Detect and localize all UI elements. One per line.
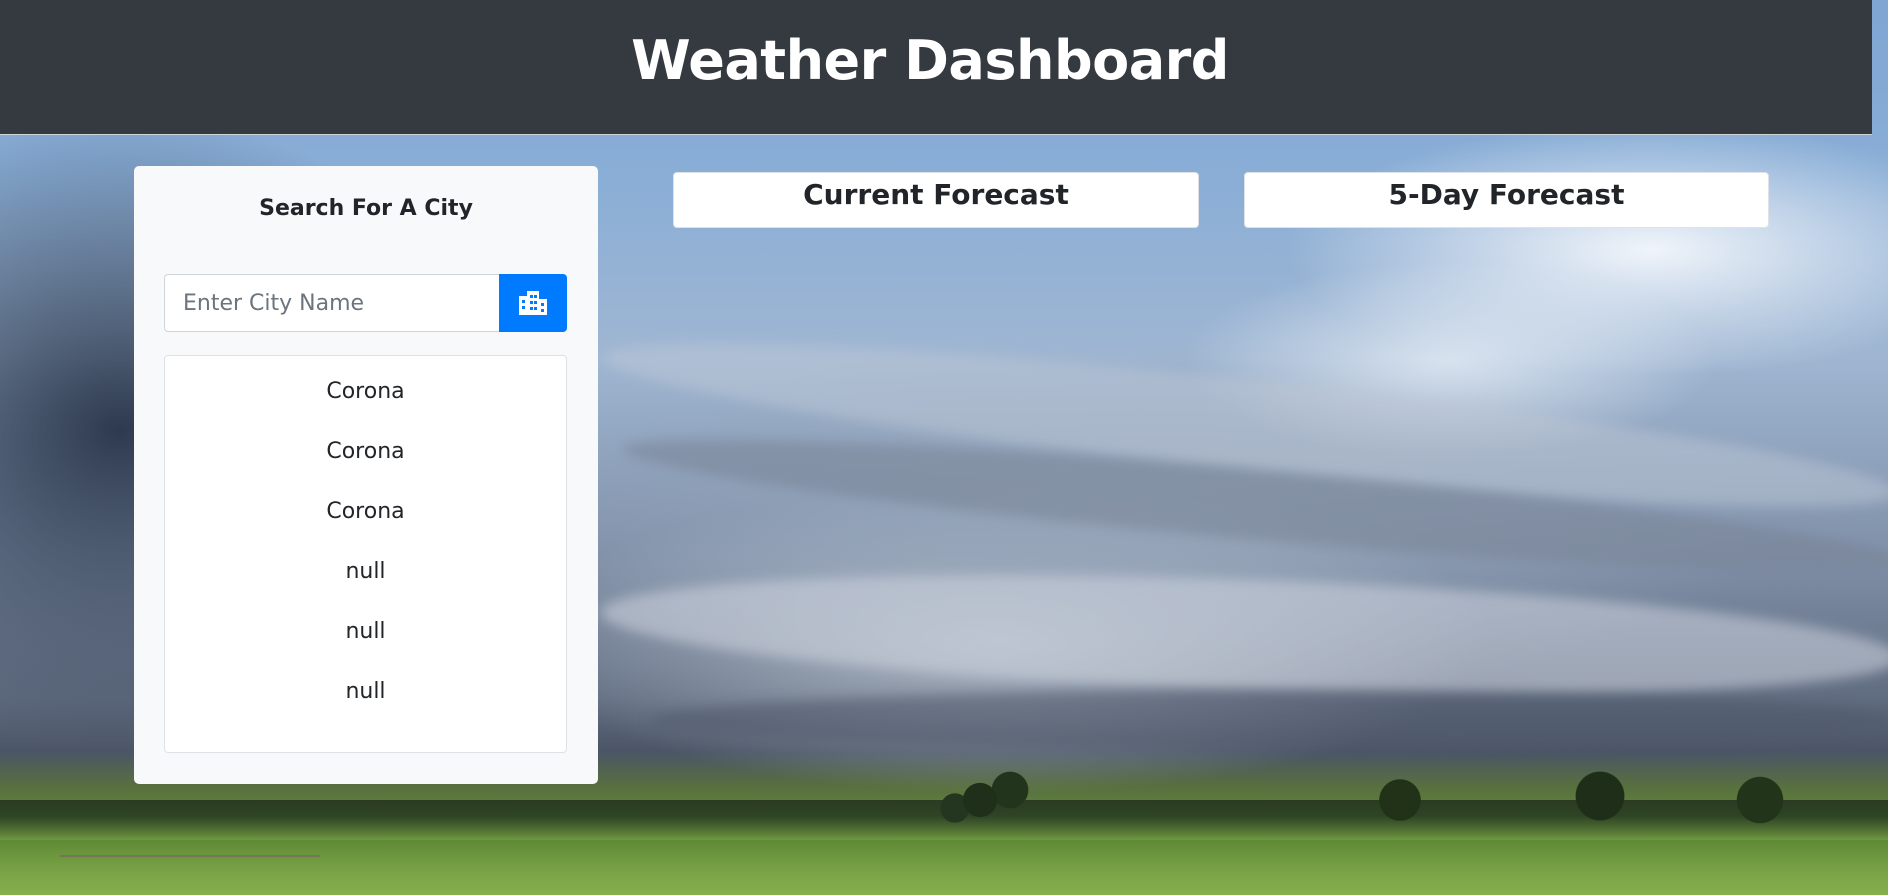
- search-history-list: Corona Corona Corona null null null: [164, 355, 567, 753]
- city-icon: [517, 289, 549, 318]
- city-search-input[interactable]: [164, 274, 499, 332]
- cloud-streak: [650, 690, 1888, 750]
- page: Weather Dashboard Search For A City Ente…: [0, 0, 1888, 895]
- page-title: Weather Dashboard: [631, 28, 1229, 92]
- history-item[interactable]: null: [165, 552, 566, 612]
- history-item[interactable]: Corona: [165, 372, 566, 432]
- fence: [60, 855, 320, 895]
- header-bar: Weather Dashboard: [0, 0, 1872, 135]
- search-input-group: [164, 274, 567, 332]
- history-item[interactable]: null: [165, 612, 566, 672]
- current-forecast-panel: Current Forecast: [673, 172, 1199, 228]
- search-panel: Search For A City Enter City Name Corona…: [134, 166, 598, 784]
- five-day-forecast-panel: 5-Day Forecast: [1244, 172, 1769, 228]
- history-item[interactable]: null: [165, 672, 566, 732]
- history-item[interactable]: Corona: [165, 492, 566, 552]
- history-item[interactable]: Corona: [165, 432, 566, 492]
- current-forecast-title: Current Forecast: [803, 178, 1069, 211]
- search-button[interactable]: [499, 274, 567, 332]
- search-panel-title: Search For A City: [259, 196, 473, 221]
- five-day-forecast-title: 5-Day Forecast: [1388, 178, 1625, 211]
